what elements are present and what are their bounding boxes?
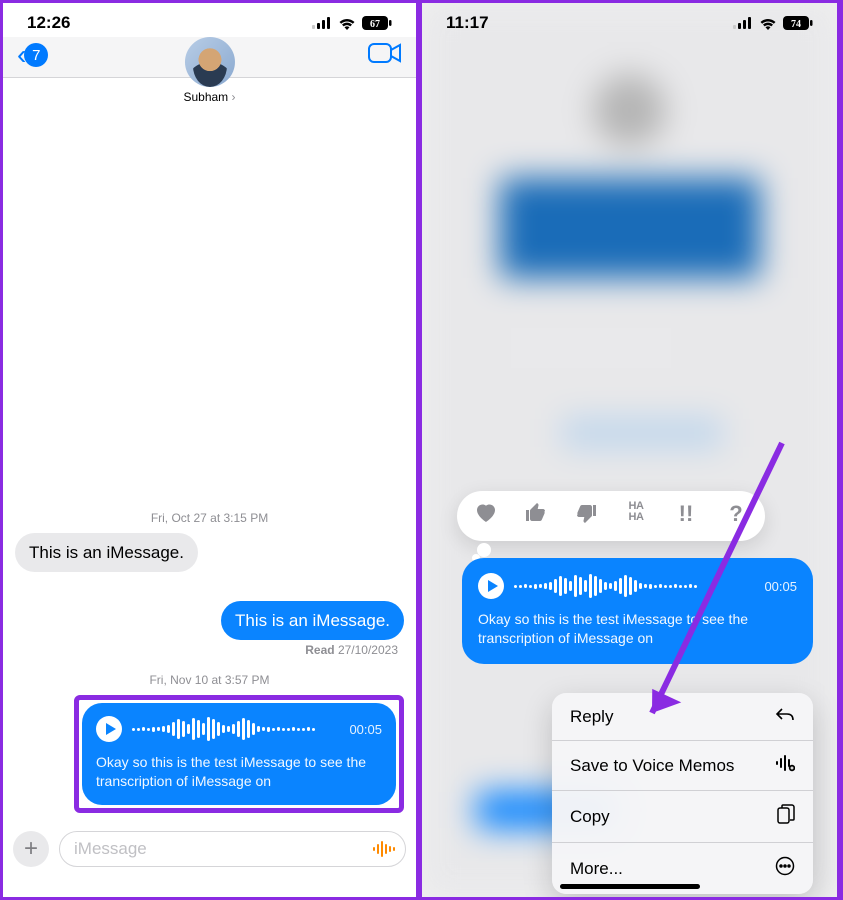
cellular-icon — [312, 17, 332, 29]
audio-message[interactable]: 00:05 Okay so this is the test iMessage … — [82, 703, 396, 805]
audio-duration: 00:05 — [349, 722, 382, 737]
audio-message-focused[interactable]: 00:05 Okay so this is the test iMessage … — [462, 558, 813, 664]
input-bar: + iMessage — [3, 823, 416, 897]
audio-transcript: Okay so this is the test iMessage to see… — [478, 610, 797, 648]
message-outgoing[interactable]: This is an iMessage. — [221, 601, 404, 640]
reply-icon — [775, 706, 795, 727]
menu-copy[interactable]: Copy — [552, 791, 813, 843]
waveform-icon[interactable] — [132, 715, 339, 743]
phone-right: 11:17 74 HA HA !! ? 00 — [422, 3, 837, 897]
reaction-tail — [477, 543, 491, 557]
cellular-icon — [733, 17, 753, 29]
plus-button[interactable]: + — [13, 831, 49, 867]
timestamp: Fri, Oct 27 at 3:15 PM — [15, 511, 404, 525]
menu-save-voice-memos[interactable]: Save to Voice Memos — [552, 741, 813, 791]
conversation[interactable]: Fri, Oct 27 at 3:15 PM This is an iMessa… — [3, 78, 416, 823]
reaction-bar: HA HA !! ? — [457, 491, 765, 541]
annotation-highlight: 00:05 Okay so this is the test iMessage … — [74, 695, 404, 813]
phone-left: 12:26 67 ‹ 7 Subham Fri, Oct 27 at 3:15 … — [3, 3, 416, 897]
audio-record-icon[interactable] — [373, 840, 395, 858]
status-icons-group: 74 — [733, 16, 813, 30]
contact-header[interactable]: Subham — [183, 37, 235, 104]
status-time: 12:26 — [27, 13, 70, 33]
audio-duration: 00:05 — [764, 579, 797, 594]
status-time: 11:17 — [446, 13, 489, 33]
status-bar: 11:17 74 — [422, 3, 837, 37]
reaction-haha-icon[interactable]: HA HA — [623, 501, 649, 531]
voice-memo-icon — [775, 754, 795, 777]
wifi-icon — [338, 17, 356, 30]
battery-icon: 67 — [362, 16, 392, 30]
home-indicator[interactable] — [560, 884, 700, 889]
message-incoming[interactable]: This is an iMessage. — [15, 533, 198, 572]
svg-text:67: 67 — [370, 19, 380, 30]
play-button[interactable] — [478, 573, 504, 599]
contact-name: Subham — [183, 90, 235, 104]
timestamp: Fri, Nov 10 at 3:57 PM — [15, 673, 404, 687]
menu-label: More... — [570, 859, 623, 879]
menu-reply[interactable]: Reply — [552, 693, 813, 741]
reaction-question-icon[interactable]: ? — [723, 501, 749, 531]
play-button[interactable] — [96, 716, 122, 742]
more-icon — [775, 856, 795, 881]
battery-icon: 74 — [783, 16, 813, 30]
input-placeholder: iMessage — [74, 839, 147, 859]
copy-icon — [777, 804, 795, 829]
wifi-icon — [759, 17, 777, 30]
message-input[interactable]: iMessage — [59, 831, 406, 867]
menu-label: Reply — [570, 707, 613, 727]
unread-badge: 7 — [24, 43, 48, 67]
read-receipt: Read 27/10/2023 — [305, 643, 398, 657]
menu-label: Save to Voice Memos — [570, 756, 734, 776]
facetime-button[interactable] — [368, 42, 402, 69]
menu-label: Copy — [570, 807, 610, 827]
reaction-thumbs-up-icon[interactable] — [523, 501, 549, 531]
video-icon — [368, 42, 402, 64]
status-bar: 12:26 67 — [3, 3, 416, 37]
reaction-exclaim-icon[interactable]: !! — [673, 501, 699, 531]
reaction-heart-icon[interactable] — [473, 501, 499, 531]
svg-text:74: 74 — [791, 19, 801, 30]
status-icons-group: 67 — [312, 16, 392, 30]
waveform-icon[interactable] — [514, 572, 754, 600]
avatar — [184, 37, 234, 87]
back-button[interactable]: ‹ 7 — [17, 41, 48, 69]
nav-header: ‹ 7 Subham — [3, 37, 416, 78]
context-menu: Reply Save to Voice Memos Copy More... — [552, 693, 813, 894]
audio-transcript: Okay so this is the test iMessage to see… — [96, 753, 382, 791]
reaction-thumbs-down-icon[interactable] — [573, 501, 599, 531]
